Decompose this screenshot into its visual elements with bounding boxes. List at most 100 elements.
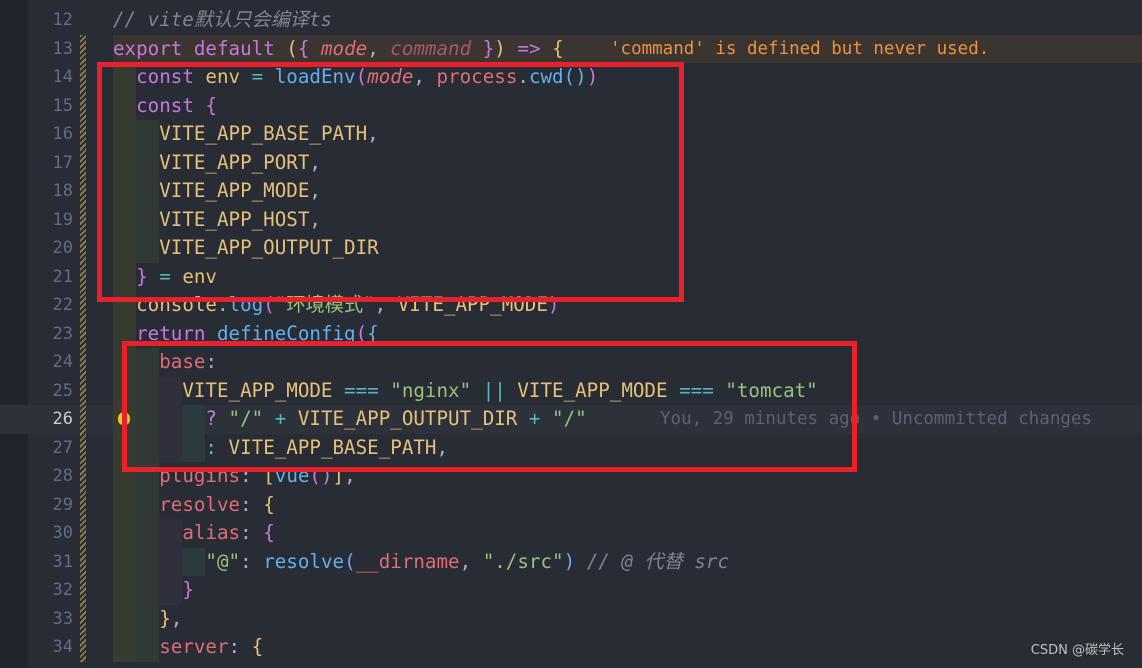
line-number[interactable]: 33 xyxy=(28,605,73,634)
git-modified-marker[interactable] xyxy=(80,319,86,348)
git-modified-marker[interactable] xyxy=(80,205,86,234)
code-line[interactable]: 24 base: xyxy=(0,348,1142,377)
line-number[interactable]: 25 xyxy=(28,377,73,406)
code-line[interactable]: 19 VITE_APP_HOST, xyxy=(0,205,1142,235)
line-number[interactable]: 21 xyxy=(28,263,73,292)
code-line[interactable]: 17 VITE_APP_PORT, xyxy=(0,148,1142,178)
code-line[interactable]: 34 server: { xyxy=(0,633,1142,662)
git-modified-marker[interactable] xyxy=(80,120,86,149)
code-text[interactable]: ? "/" + VITE_APP_OUTPUT_DIR + "/" xyxy=(113,405,586,434)
line-number[interactable]: 26 xyxy=(28,405,73,434)
line-number[interactable]: 32 xyxy=(28,576,73,605)
code-text[interactable]: "@": resolve(__dirname, "./src") // @ 代替… xyxy=(113,548,729,577)
code-text[interactable]: alias: { xyxy=(113,519,274,548)
code-text[interactable]: : VITE_APP_BASE_PATH, xyxy=(113,434,448,463)
line-number[interactable]: 17 xyxy=(28,149,73,178)
code-text[interactable]: VITE_APP_HOST, xyxy=(113,206,321,235)
code-text[interactable]: base: xyxy=(113,348,217,377)
code-line[interactable]: 22 console.log("环境模式", VITE_APP_MODE) xyxy=(0,291,1142,320)
code-line[interactable]: 31 "@": resolve(__dirname, "./src") // @… xyxy=(0,547,1142,577)
code-text[interactable]: VITE_APP_OUTPUT_DIR xyxy=(113,234,379,263)
git-modified-marker[interactable] xyxy=(80,490,86,519)
git-modified-marker[interactable] xyxy=(80,91,86,120)
line-number[interactable]: 28 xyxy=(28,462,73,491)
code-line[interactable]: 16 VITE_APP_BASE_PATH, xyxy=(0,120,1142,149)
git-modified-marker[interactable] xyxy=(80,633,86,662)
code-text[interactable]: VITE_APP_MODE === "nginx" || VITE_APP_MO… xyxy=(113,377,817,406)
lightbulb-icon[interactable] xyxy=(118,412,130,425)
line-number[interactable]: 22 xyxy=(28,291,73,320)
code-token: env xyxy=(182,264,217,288)
code-text[interactable]: resolve: { xyxy=(113,491,275,520)
code-text[interactable]: export default ({ mode, command }) => { xyxy=(113,35,564,64)
code-line[interactable]: 21 } = env xyxy=(0,262,1142,292)
line-number[interactable]: 27 xyxy=(28,434,73,463)
git-modified-marker[interactable] xyxy=(80,576,86,605)
line-number[interactable]: 15 xyxy=(28,92,73,121)
code-token: "@" xyxy=(205,549,241,573)
code-text[interactable]: const { xyxy=(113,92,217,121)
code-line[interactable]: 13 export default ({ mode, command }) => … xyxy=(0,34,1142,64)
code-text[interactable]: plugins: [vue()], xyxy=(113,462,355,491)
git-modified-marker[interactable] xyxy=(80,519,86,548)
code-line[interactable]: 14 const env = loadEnv(mode, process.cwd… xyxy=(0,63,1142,92)
line-number[interactable]: 30 xyxy=(28,519,73,548)
code-text[interactable]: } = env xyxy=(113,263,217,292)
code-line[interactable]: 32 } xyxy=(0,576,1142,605)
git-modified-marker[interactable] xyxy=(80,234,86,263)
line-number[interactable]: 19 xyxy=(28,206,73,235)
git-modified-marker[interactable] xyxy=(80,291,86,320)
line-number[interactable]: 31 xyxy=(28,548,73,577)
code-line[interactable]: 12 // vite默认只会编译ts xyxy=(0,6,1142,35)
code-line[interactable]: 30 alias: { xyxy=(0,519,1142,548)
git-modified-marker[interactable] xyxy=(80,604,86,633)
git-modified-marker[interactable] xyxy=(80,405,86,434)
line-number[interactable]: 13 xyxy=(28,35,73,64)
code-text[interactable]: VITE_APP_MODE, xyxy=(113,177,321,206)
line-number[interactable]: 29 xyxy=(28,491,73,520)
code-text[interactable]: VITE_APP_PORT, xyxy=(113,149,321,178)
code-text[interactable]: return defineConfig({ xyxy=(113,320,379,349)
code-line[interactable]: 23 return defineConfig({ xyxy=(0,319,1142,349)
git-modified-marker[interactable] xyxy=(80,63,86,92)
git-modified-marker[interactable] xyxy=(80,148,86,177)
code-line[interactable]: 27 : VITE_APP_BASE_PATH, xyxy=(0,433,1142,463)
git-modified-marker[interactable] xyxy=(80,34,86,63)
code-token: { xyxy=(552,36,564,60)
code-text[interactable]: } xyxy=(113,576,194,605)
git-modified-marker[interactable] xyxy=(80,547,86,576)
line-number[interactable]: 16 xyxy=(28,120,73,149)
code-text[interactable]: }, xyxy=(113,605,182,634)
code-text[interactable]: VITE_APP_BASE_PATH, xyxy=(113,120,379,149)
code-line[interactable]: 33 }, xyxy=(0,604,1142,634)
code-line[interactable]: 28 plugins: [vue()], xyxy=(0,462,1142,491)
code-token: } xyxy=(182,578,194,601)
code-line[interactable]: 25 VITE_APP_MODE === "nginx" || VITE_APP… xyxy=(0,376,1142,406)
code-line[interactable]: 29 resolve: { xyxy=(0,490,1142,520)
line-number[interactable]: 20 xyxy=(28,234,73,263)
line-number[interactable]: 18 xyxy=(28,177,73,206)
code-line[interactable]: 20 VITE_APP_OUTPUT_DIR xyxy=(0,234,1142,263)
git-modified-marker[interactable] xyxy=(80,376,86,405)
git-modified-marker[interactable] xyxy=(80,262,86,291)
line-number[interactable]: 12 xyxy=(28,6,73,35)
git-modified-marker[interactable] xyxy=(80,348,86,377)
code-text[interactable]: server: { xyxy=(113,633,263,662)
code-text[interactable]: // vite默认只会编译ts xyxy=(113,6,332,35)
code-token: : xyxy=(205,435,217,459)
git-modified-marker[interactable] xyxy=(80,433,86,462)
code-token: mode xyxy=(320,36,368,60)
code-line[interactable]: 15 const { xyxy=(0,91,1142,121)
git-modified-marker[interactable] xyxy=(80,462,86,491)
code-line[interactable]: 18 VITE_APP_MODE, xyxy=(0,177,1142,206)
line-number[interactable]: 34 xyxy=(28,633,73,662)
line-number[interactable]: 14 xyxy=(28,63,73,92)
code-token: { xyxy=(205,93,217,117)
line-number[interactable]: 23 xyxy=(28,320,73,349)
git-modified-marker[interactable] xyxy=(80,177,86,206)
code-text[interactable]: console.log("环境模式", VITE_APP_MODE) xyxy=(113,291,559,320)
line-number[interactable]: 24 xyxy=(28,348,73,377)
code-text[interactable]: const env = loadEnv(mode, process.cwd()) xyxy=(113,63,598,92)
code-token: VITE_APP_OUTPUT_DIR xyxy=(159,236,379,259)
code-line[interactable]: 26 ? "/" + VITE_APP_OUTPUT_DIR + "/" You,… xyxy=(0,405,1142,434)
